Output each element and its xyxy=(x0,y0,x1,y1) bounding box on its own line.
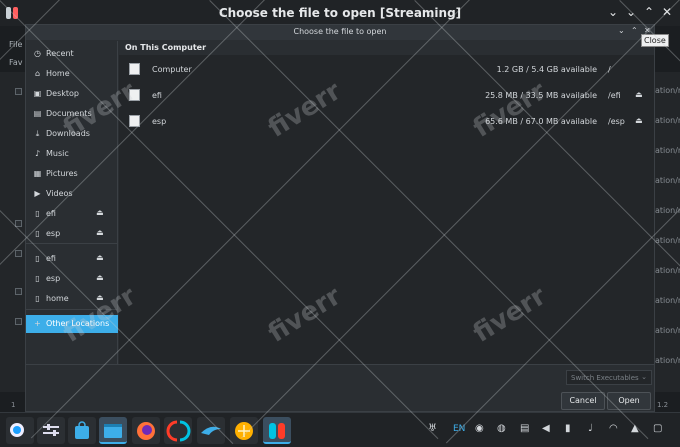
sidebar-item-label: Desktop xyxy=(46,89,79,98)
maximize-button[interactable]: ⌃ xyxy=(642,5,656,19)
bg-checkbox[interactable] xyxy=(15,88,22,95)
store-bag-icon[interactable] xyxy=(68,417,96,444)
dialog-title: Choose the file to open xyxy=(293,27,387,36)
volume-icon[interactable]: ◀ xyxy=(542,423,550,434)
window-menu-button[interactable]: ⌄ xyxy=(606,5,620,19)
switch-icon[interactable] xyxy=(263,417,291,444)
location-name: Computer xyxy=(152,65,192,74)
bg-checkbox[interactable] xyxy=(15,250,22,257)
filter-label: Switch Executables xyxy=(571,374,639,382)
dialog-bottom-bar: Switch Executables ⌄ Cancel Open xyxy=(26,364,654,411)
sidebar-item-label: home xyxy=(46,294,69,303)
file-type-filter[interactable]: Switch Executables ⌄ xyxy=(566,370,652,385)
location-mount: /efi xyxy=(608,91,621,100)
sidebar-item-label: esp xyxy=(46,274,61,283)
eject-icon[interactable]: ⏏ xyxy=(635,116,643,125)
wifi-icon[interactable]: ◠ xyxy=(609,423,618,434)
dialog-titlebar: Choose the file to open ⌄ ⌃ ✕ xyxy=(26,25,654,40)
bg-path-text: ation/ru xyxy=(655,356,680,365)
drive-icon: ▯ xyxy=(35,294,40,303)
bg-path-text: ation/re xyxy=(655,326,680,335)
sidebar-separator xyxy=(26,243,118,244)
bg-path-text: ation/re xyxy=(655,176,680,185)
eject-icon[interactable]: ⏏ xyxy=(96,208,104,217)
bg-footer-right: 1.2 xyxy=(657,401,669,409)
location-row-esp[interactable]: esp 65.6 MB / 67.0 MB available/esp ⏏ xyxy=(119,109,654,135)
sidebar-item-pictures[interactable]: ▦ Pictures xyxy=(26,165,118,183)
sidebar-item-label: Music xyxy=(46,149,69,158)
plus-icon: + xyxy=(34,319,41,328)
clipboard-icon[interactable]: ▤ xyxy=(520,423,529,434)
bg-footer-left: 1 xyxy=(11,401,16,409)
desktop-icon: ▣ xyxy=(33,89,42,98)
eject-icon[interactable]: ⏏ xyxy=(96,228,104,237)
open-button[interactable]: Open xyxy=(607,392,651,410)
sidebar-item-esp[interactable]: ▯ esp ⏏ xyxy=(26,225,118,243)
sidebar-item-esp[interactable]: ▯ esp ⏏ xyxy=(26,270,118,288)
eject-icon[interactable]: ⏏ xyxy=(635,90,643,99)
section-header: On This Computer xyxy=(119,41,654,55)
bg-path-text: ation/re xyxy=(655,116,680,125)
location-name: esp xyxy=(152,117,167,126)
sidebar-item-label: Pictures xyxy=(46,169,78,178)
steam-deck-icon[interactable] xyxy=(6,417,34,444)
bg-checkbox[interactable] xyxy=(15,318,22,325)
pictures-icon: ▦ xyxy=(33,169,42,178)
sidebar-item-recent[interactable]: ◷ Recent xyxy=(26,45,118,63)
drive-icon xyxy=(129,63,140,75)
eject-icon[interactable]: ⏏ xyxy=(96,253,104,262)
bg-path-text: ation/ru xyxy=(655,296,680,305)
location-mount: /esp xyxy=(608,117,625,126)
chevron-down-icon: ⌄ xyxy=(641,373,647,381)
home-icon: ⌂ xyxy=(34,69,41,78)
steam-tray-icon-2[interactable]: ◍ xyxy=(497,423,506,434)
music-icon: ♪ xyxy=(34,149,41,158)
yuzu-icon[interactable] xyxy=(164,417,192,444)
show-desktop-icon[interactable]: ▢ xyxy=(653,423,662,434)
firefox-icon[interactable] xyxy=(132,417,160,444)
location-row-computer[interactable]: Computer 1.2 GB / 5.4 GB available / xyxy=(119,57,654,83)
videos-icon: ▶ xyxy=(34,189,41,198)
window-title: Choose the file to open [Streaming] xyxy=(218,6,462,20)
drive-icon: ▯ xyxy=(35,254,40,263)
steam-tray-icon[interactable]: ◉ xyxy=(475,423,484,434)
cancel-button[interactable]: Cancel xyxy=(561,392,605,410)
file-manager-icon[interactable] xyxy=(99,417,127,444)
eject-icon[interactable]: ⏏ xyxy=(96,273,104,282)
downloads-icon: ⤓ xyxy=(35,129,40,138)
location-name: efi xyxy=(152,91,162,100)
documents-icon: ▤ xyxy=(33,109,42,118)
drive-icon: ▯ xyxy=(35,209,40,218)
sidebar-item-label: Home xyxy=(46,69,70,78)
sidebar-item-efi[interactable]: ▯ efi ⏏ xyxy=(26,250,118,268)
outer-titlebar: Choose the file to open [Streaming] ⌄ ⌄ … xyxy=(0,0,680,26)
bg-path-text: ation/ri xyxy=(655,146,680,155)
sidebar-item-efi[interactable]: ▯ efi ⏏ xyxy=(26,205,118,223)
bg-right-column: ation/ru ation/re ation/ri ation/re ation/re… xyxy=(655,72,680,392)
sidebar-item-label: esp xyxy=(46,229,61,238)
settings-sliders-icon[interactable] xyxy=(37,417,65,444)
bg-checkbox[interactable] xyxy=(15,288,22,295)
bg-menu-fav[interactable]: Fav xyxy=(0,58,25,72)
bg-path-text: ation/ru xyxy=(655,86,680,95)
microphone-icon[interactable]: ♩ xyxy=(588,423,593,434)
dialog-maximize-button[interactable]: ⌃ xyxy=(631,26,638,35)
location-size: 1.2 GB / 5.4 GB available xyxy=(496,65,597,74)
dialog-minimize-button[interactable]: ⌄ xyxy=(618,26,625,35)
clock-icon: ◷ xyxy=(34,49,41,58)
drive-icon: ▯ xyxy=(35,274,40,283)
sidebar-item-videos[interactable]: ▶ Videos xyxy=(26,185,118,203)
citra-icon[interactable] xyxy=(230,417,258,444)
bg-path-text: ation/ru xyxy=(655,266,680,275)
battery-icon[interactable]: ▮ xyxy=(565,423,571,434)
taskbar: ♅ EN ◉ ◍ ▤ ◀ ▮ ♩ ◠ ▲ ▢ xyxy=(0,412,680,447)
